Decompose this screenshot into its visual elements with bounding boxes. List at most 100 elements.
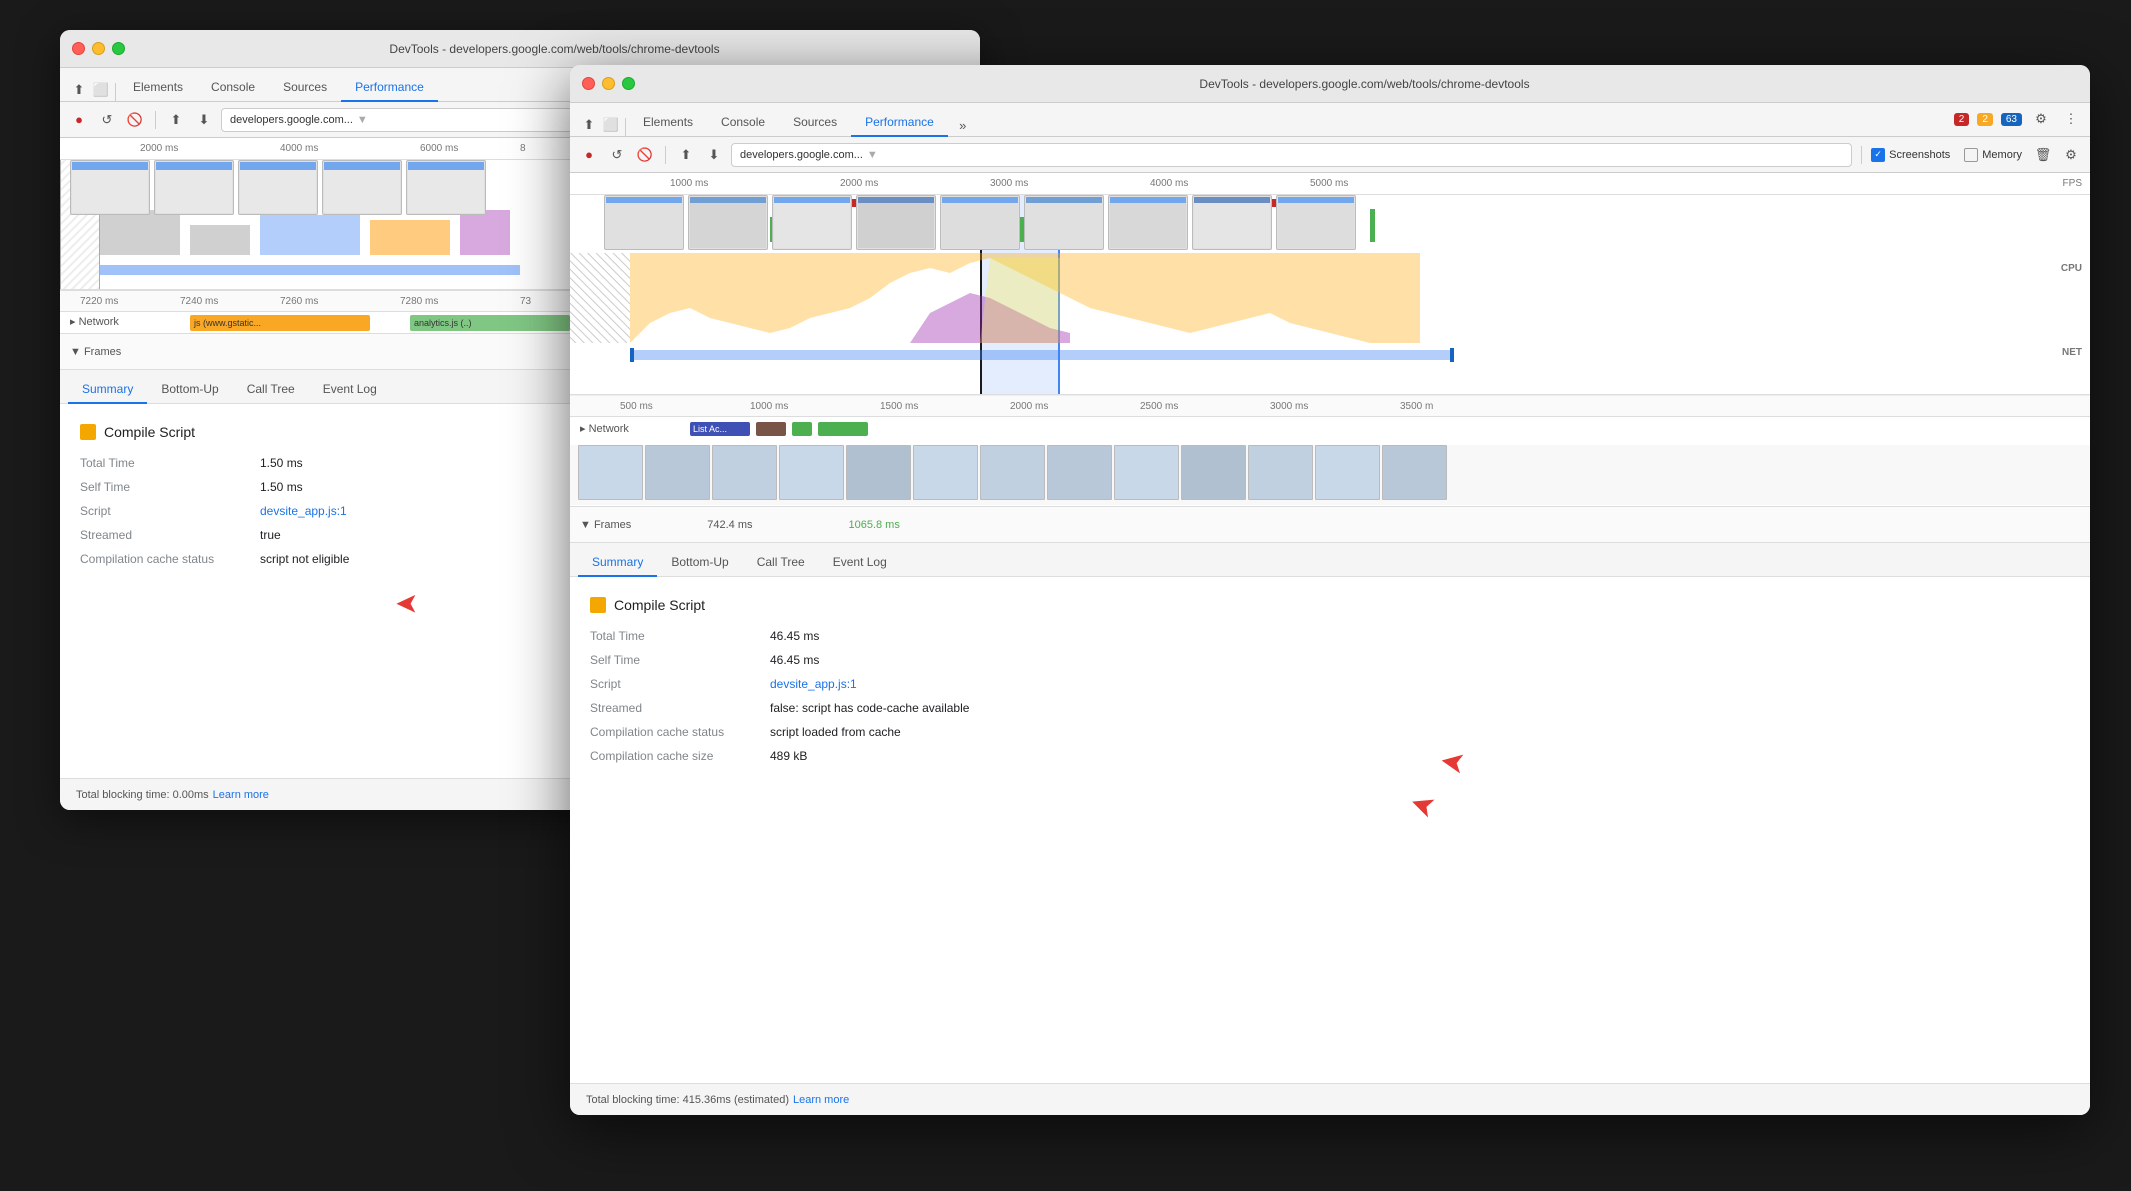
tick-5000-front: 5000 ms <box>1310 178 1348 189</box>
tick-4000-back: 4000 ms <box>280 143 318 154</box>
perf-area-front: 1000 ms 2000 ms 3000 ms 4000 ms 5000 ms … <box>570 173 2090 1115</box>
filmstrip-front <box>570 195 2090 250</box>
toolbar-front: ● ↺ 🚫 ⬆ ⬇ developers.google.com... ▼ ✓ S… <box>570 137 2090 173</box>
streamed-row-front: Streamed false: script has code-cache av… <box>590 701 2070 715</box>
close-button-front[interactable] <box>582 77 595 90</box>
upload-icon-front[interactable]: ⬆ <box>675 144 697 166</box>
url-text-front: developers.google.com... <box>740 149 863 161</box>
screenshot-5-back <box>406 160 486 215</box>
responsive-icon-front[interactable]: ⬜ <box>600 114 622 136</box>
minimize-button-front[interactable] <box>602 77 615 90</box>
screenshot-f2 <box>688 195 768 250</box>
tab-elements-back[interactable]: Elements <box>119 74 197 102</box>
url-dropdown-back[interactable]: ▼ <box>357 114 368 126</box>
tab-sources-back[interactable]: Sources <box>269 74 341 102</box>
tab-summary-front[interactable]: Summary <box>578 549 657 577</box>
screenshot-f8 <box>1192 195 1272 250</box>
network-n4 <box>818 422 868 436</box>
tick-1000-front: 1000 ms <box>670 178 708 189</box>
tab-console-back[interactable]: Console <box>197 74 269 102</box>
tick-7260-back: 7260 ms <box>280 296 318 307</box>
tick2-500-front: 500 ms <box>620 401 653 412</box>
gear-icon-front[interactable]: ⚙ <box>2060 144 2082 166</box>
self-time-label-front: Self Time <box>590 653 770 667</box>
tick-2000-front: 2000 ms <box>840 178 878 189</box>
frame-t2 <box>645 445 710 500</box>
tab-elements-front[interactable]: Elements <box>629 109 707 137</box>
tab-sources-front[interactable]: Sources <box>779 109 851 137</box>
frame-t1 <box>578 445 643 500</box>
tick2-1500-front: 1500 ms <box>880 401 918 412</box>
warning-count: 2 <box>1977 113 1993 126</box>
trash-icon-front[interactable]: 🗑 <box>2032 144 2054 166</box>
total-time-row-front: Total Time 46.45 ms <box>590 629 2070 643</box>
tab-summary-back[interactable]: Summary <box>68 376 147 404</box>
self-time-value-front: 46.45 ms <box>770 653 819 667</box>
download-icon-front[interactable]: ⬇ <box>703 144 725 166</box>
cursor-icon-front[interactable]: ⬆ <box>578 114 600 136</box>
reload-icon-back[interactable]: ↺ <box>96 109 118 131</box>
maximize-button-front[interactable] <box>622 77 635 90</box>
network-n1: List Ac... <box>690 422 750 436</box>
self-time-label-back: Self Time <box>80 480 260 494</box>
frame-thumbs-row <box>570 445 2090 505</box>
devtools-window-front: DevTools - developers.google.com/web/too… <box>570 65 2090 1115</box>
screenshots-checkbox[interactable]: ✓ <box>1871 148 1885 162</box>
tab-bottomup-back[interactable]: Bottom-Up <box>147 376 232 404</box>
record-icon-front[interactable]: ● <box>578 144 600 166</box>
network-items: List Ac... <box>690 422 868 436</box>
reload-icon-front[interactable]: ↺ <box>606 144 628 166</box>
responsive-icon-back[interactable]: ⬜ <box>90 79 112 101</box>
tick-6000-back: 6000 ms <box>420 143 458 154</box>
tick-8000-back: 8 <box>520 143 526 154</box>
ruler2-front: 500 ms 1000 ms 1500 ms 2000 ms 2500 ms 3… <box>570 395 2090 417</box>
learn-more-link-back[interactable]: Learn more <box>213 789 269 801</box>
screenshot-f6 <box>1024 195 1104 250</box>
script-link-front[interactable]: devsite_app.js:1 <box>770 677 857 691</box>
more-icon-front[interactable]: ⋮ <box>2060 108 2082 130</box>
script-label-front: Script <box>590 677 770 691</box>
memory-checkbox[interactable] <box>1964 148 1978 162</box>
compile-header-front: Compile Script <box>590 597 2070 613</box>
tab-calltree-front[interactable]: Call Tree <box>743 549 819 577</box>
more-tabs-icon[interactable]: » <box>952 114 974 136</box>
cache-value-back: script not eligible <box>260 552 349 566</box>
cache-value-front: script loaded from cache <box>770 725 901 739</box>
screenshot-1-back <box>70 160 150 215</box>
download-icon-back[interactable]: ⬇ <box>193 109 215 131</box>
url-bar-front[interactable]: developers.google.com... ▼ <box>731 143 1852 167</box>
tab-console-front[interactable]: Console <box>707 109 779 137</box>
settings-icon-front[interactable]: ⚙ <box>2030 108 2052 130</box>
script-link-back[interactable]: devsite_app.js:1 <box>260 504 347 518</box>
screenshot-f4 <box>856 195 936 250</box>
frame-t11 <box>1248 445 1313 500</box>
frame-t7 <box>980 445 1045 500</box>
upload-icon-back[interactable]: ⬆ <box>165 109 187 131</box>
traffic-lights-front <box>582 77 635 90</box>
url-dropdown-front[interactable]: ▼ <box>867 149 878 161</box>
frame-t10 <box>1181 445 1246 500</box>
minimize-button-back[interactable] <box>92 42 105 55</box>
memory-checkbox-group: Memory <box>1964 148 2022 162</box>
tab-performance-front[interactable]: Performance <box>851 109 948 137</box>
title-bar-back: DevTools - developers.google.com/web/too… <box>60 30 980 68</box>
warning-badge: 2 <box>1977 113 1993 126</box>
cursor-icon-back[interactable]: ⬆ <box>68 79 90 101</box>
tick-3000-front: 3000 ms <box>990 178 1028 189</box>
tab-eventlog-back[interactable]: Event Log <box>309 376 391 404</box>
cache-row-front: Compilation cache status script loaded f… <box>590 725 2070 739</box>
record-icon-back[interactable]: ● <box>68 109 90 131</box>
tab-eventlog-front[interactable]: Event Log <box>819 549 901 577</box>
close-button-back[interactable] <box>72 42 85 55</box>
clear-icon-front[interactable]: 🚫 <box>634 144 656 166</box>
screenshots-checkbox-group: ✓ Screenshots <box>1871 148 1950 162</box>
total-time-label-front: Total Time <box>590 629 770 643</box>
learn-more-link-front[interactable]: Learn more <box>793 1094 849 1106</box>
flame-chart-front: ▸ Network List Ac... <box>570 417 2090 507</box>
clear-icon-back[interactable]: 🚫 <box>124 109 146 131</box>
maximize-button-back[interactable] <box>112 42 125 55</box>
tab-bottomup-front[interactable]: Bottom-Up <box>657 549 742 577</box>
tab-calltree-back[interactable]: Call Tree <box>233 376 309 404</box>
tab-performance-back[interactable]: Performance <box>341 74 438 102</box>
tick2-2000-front: 2000 ms <box>1010 401 1048 412</box>
